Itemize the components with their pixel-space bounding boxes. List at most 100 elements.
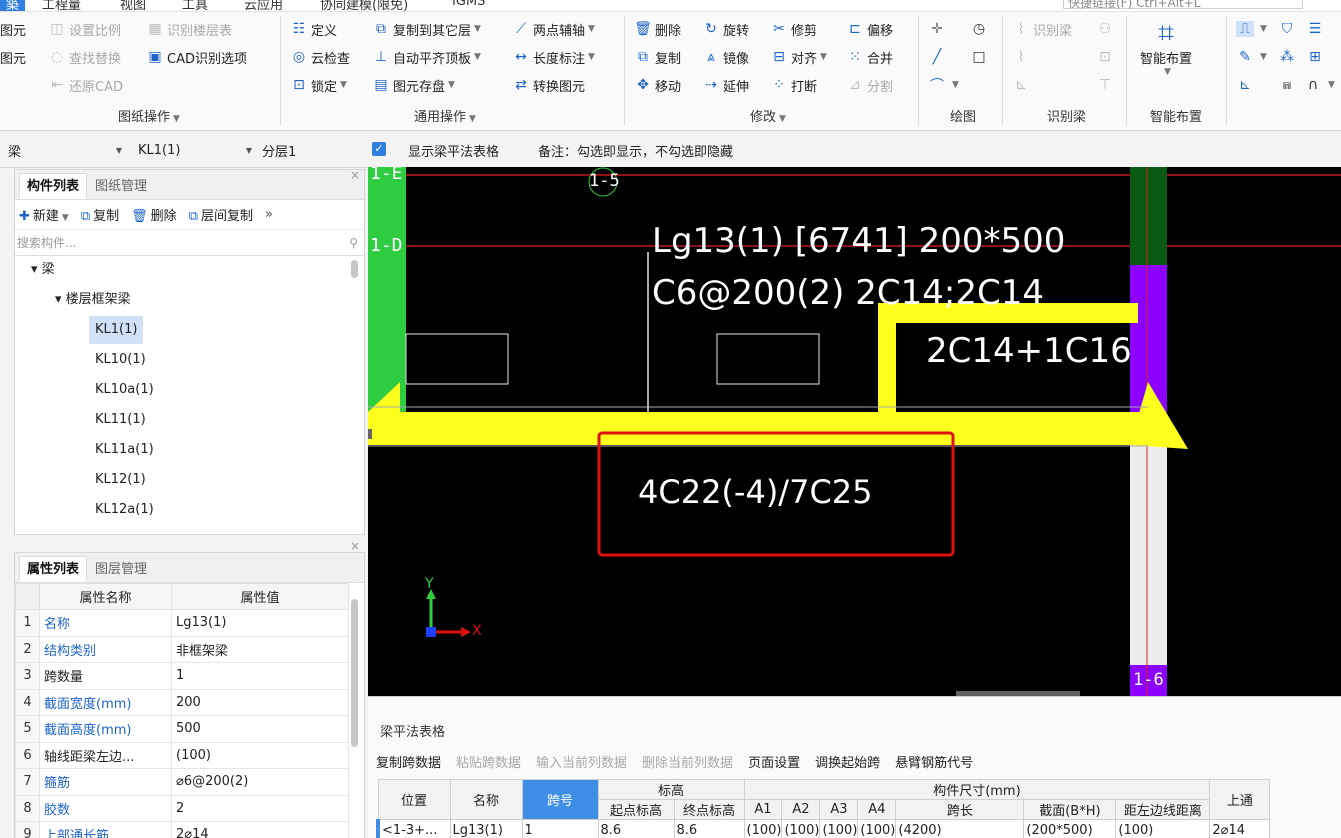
trim-button[interactable]: ✂ 修剪 — [770, 18, 817, 40]
save-elements-button[interactable]: ▤ 图元存盘 ▼ — [372, 74, 455, 96]
table-row[interactable]: 2 结构类别 非框架梁 — [15, 635, 349, 663]
table-row[interactable]: 9 上部通长筋 2⌀14 — [15, 821, 349, 838]
new-component-button[interactable]: ✚ 新建 ▼ — [19, 205, 69, 224]
table-row[interactable]: <1-3+... Lg13(1) 1 8.6 8.6 (100) (100) (100) (10… — [376, 819, 1271, 838]
draw-line-button[interactable]: ╱ — [928, 46, 949, 68]
table-row[interactable]: 5 截面高度(mm) 500 — [15, 715, 349, 743]
property-value[interactable]: Lg13(1) — [171, 609, 349, 637]
cloud-check-button[interactable]: ◎ 云检查 — [290, 46, 350, 68]
tree-root-beam[interactable]: ▾ 梁 — [31, 256, 55, 284]
property-value[interactable]: 500 — [171, 715, 349, 743]
move-button[interactable]: ✥ 移动 — [634, 74, 681, 96]
list-item[interactable]: KL11a(1) — [95, 436, 154, 464]
list-item[interactable]: KL10(1) — [95, 346, 146, 374]
dimension-button[interactable]: ↔ 长度标注 ▼ — [512, 46, 595, 68]
group-common-ops[interactable]: 通用操作 ▼ — [414, 106, 476, 125]
table-cell[interactable]: <1-3+... — [376, 819, 451, 838]
draw-rect-button[interactable]: □ — [970, 46, 991, 68]
table-cell[interactable]: 8.6 — [673, 819, 745, 838]
right-tool-6[interactable]: ⊞ — [1306, 46, 1327, 68]
table-cell[interactable]: (100) — [819, 819, 859, 838]
table-cell[interactable]: 2⌀14 — [1209, 819, 1271, 838]
smart-layout-button[interactable]: ⌗ 智能布置 ▼ — [1140, 18, 1192, 78]
swap-start-span-button[interactable]: 调换起始跨 — [815, 752, 880, 771]
delete-column-data-button[interactable]: 删除当前列数据 — [642, 752, 733, 771]
top-rebar-label[interactable]: 2C14+1C16 — [926, 331, 1132, 371]
define-button[interactable]: ☷ 定义 — [290, 18, 337, 40]
floor-copy-button[interactable]: ⧉ 层间复制 — [189, 205, 253, 224]
right-tool-1[interactable]: ⎍ ▼ — [1236, 18, 1267, 40]
right-tool-7[interactable]: ⊾ — [1236, 74, 1257, 96]
menu-item-tools[interactable]: 工具 — [182, 0, 208, 11]
extend-button[interactable]: ⇢ 延伸 — [702, 74, 749, 96]
recognize-floor-table-button[interactable]: ▦ 识别楼层表 — [146, 18, 232, 40]
find-replace-button[interactable]: ◌ 查找替换 — [48, 46, 121, 68]
beam-tool-b[interactable]: ⌇ — [1012, 46, 1033, 68]
close-icon[interactable]: × — [350, 539, 360, 553]
component-search[interactable]: 搜索构件... ⚲ — [15, 230, 364, 256]
column-header-span-no[interactable]: 跨号 — [521, 779, 599, 820]
beam-tool-d[interactable]: ⊾ — [1012, 74, 1033, 96]
beam-tool-c[interactable]: ⊡ — [1096, 46, 1117, 68]
column-header-position[interactable]: 位置 — [377, 779, 451, 820]
tab-layer-management[interactable]: 图层管理 — [87, 556, 155, 582]
two-point-axis-button[interactable]: ⟋ 两点辅轴 ▼ — [512, 18, 595, 40]
tab-drawing-management[interactable]: 图纸管理 — [87, 173, 155, 199]
table-row[interactable]: 7 箍筋 ⌀6@200(2) — [15, 768, 349, 796]
page-setup-button[interactable]: 页面设置 — [748, 752, 800, 771]
column-subheader[interactable]: A1 — [743, 799, 783, 820]
restore-cad-button[interactable]: ⇤ 还原CAD — [48, 74, 123, 96]
scrollbar[interactable] — [351, 599, 358, 747]
property-value[interactable]: 非框架梁 — [171, 635, 349, 663]
column-subheader[interactable]: 截面(B*H) — [1023, 799, 1117, 820]
beam-tool-a[interactable]: ⚇ — [1096, 18, 1117, 40]
left-clip-1[interactable]: 图元 — [0, 18, 26, 40]
table-row[interactable]: 6 轴线距梁左边... (100) — [15, 741, 349, 769]
list-item[interactable]: KL11(1) — [95, 406, 146, 434]
delete-component-button[interactable]: 🗑 删除 — [131, 205, 177, 224]
convert-element-button[interactable]: ⇄ 转换图元 — [512, 74, 585, 96]
beam-tool-e[interactable]: ⊤ — [1096, 74, 1117, 96]
column-subheader[interactable]: A2 — [781, 799, 821, 820]
set-scale-button[interactable]: ◫ 设置比例 — [48, 18, 121, 40]
menu-item-collab[interactable]: 协同建模(限免) — [320, 0, 408, 11]
draw-arc-button[interactable]: ⌒ ▼ — [928, 74, 959, 96]
table-cell[interactable]: 8.6 — [597, 819, 675, 838]
quick-link-search[interactable]: 快捷链接(F) Ctrl+Alt+L — [1063, 0, 1303, 10]
tab-component-list[interactable]: 构件列表 — [19, 173, 88, 199]
draw-point-button[interactable]: ✛ — [928, 18, 949, 40]
tab-property-list[interactable]: 属性列表 — [19, 556, 88, 582]
lock-button[interactable]: ⊡ 锁定 ▼ — [290, 74, 347, 96]
table-cell[interactable]: (100) — [857, 819, 897, 838]
bottom-rebar-label[interactable]: 4C22(-4)/7C25 — [638, 473, 873, 511]
menu-item-quantity[interactable]: 工程量 — [42, 0, 81, 11]
property-value[interactable]: ⌀6@200(2) — [171, 768, 349, 796]
property-value[interactable]: 2⌀14 — [171, 821, 349, 838]
table-cell[interactable]: Lg13(1) — [449, 819, 523, 838]
right-tool-9[interactable]: ∩ ▼ — [1304, 74, 1335, 96]
rotate-button[interactable]: ↻ 旋转 — [702, 18, 749, 40]
copy-to-floor-button[interactable]: ⧉ 复制到其它层 ▼ — [372, 18, 481, 40]
cad-options-button[interactable]: ▣ CAD识别选项 — [146, 46, 247, 68]
left-clip-2[interactable]: 图元 — [0, 46, 26, 68]
list-item[interactable]: KL12(1) — [95, 466, 146, 494]
table-cell[interactable]: (200*500) — [1023, 819, 1117, 838]
tree-group-frame-beam[interactable]: ▾ 楼层框架梁 — [55, 286, 131, 314]
property-value[interactable]: 2 — [171, 794, 349, 822]
list-item[interactable]: KL1(1) — [89, 316, 144, 344]
mirror-button[interactable]: ⩓ 镜像 — [702, 46, 749, 68]
cantilever-rebar-code-button[interactable]: 悬臂钢筋代号 — [895, 752, 973, 771]
scrollbar[interactable] — [351, 260, 358, 278]
close-icon[interactable]: × — [350, 168, 360, 182]
table-cell[interactable]: (100) — [781, 819, 821, 838]
table-row[interactable]: 1 名称 Lg13(1) — [15, 609, 349, 637]
list-item[interactable]: KL10a(1) — [95, 376, 154, 404]
offset-button[interactable]: ⊏ 偏移 — [846, 18, 893, 40]
table-row[interactable]: 3 跨数量 1 — [15, 662, 349, 690]
column-subheader[interactable]: A4 — [857, 799, 897, 820]
layer-select[interactable]: 分层1▼ — [258, 139, 384, 161]
column-subheader[interactable]: 终点标高 — [673, 799, 745, 820]
recognize-beam-button[interactable]: ⌇ 识别梁 — [1012, 18, 1072, 40]
column-header-name[interactable]: 名称 — [449, 779, 523, 820]
column-subheader[interactable]: 起点标高 — [597, 799, 675, 820]
